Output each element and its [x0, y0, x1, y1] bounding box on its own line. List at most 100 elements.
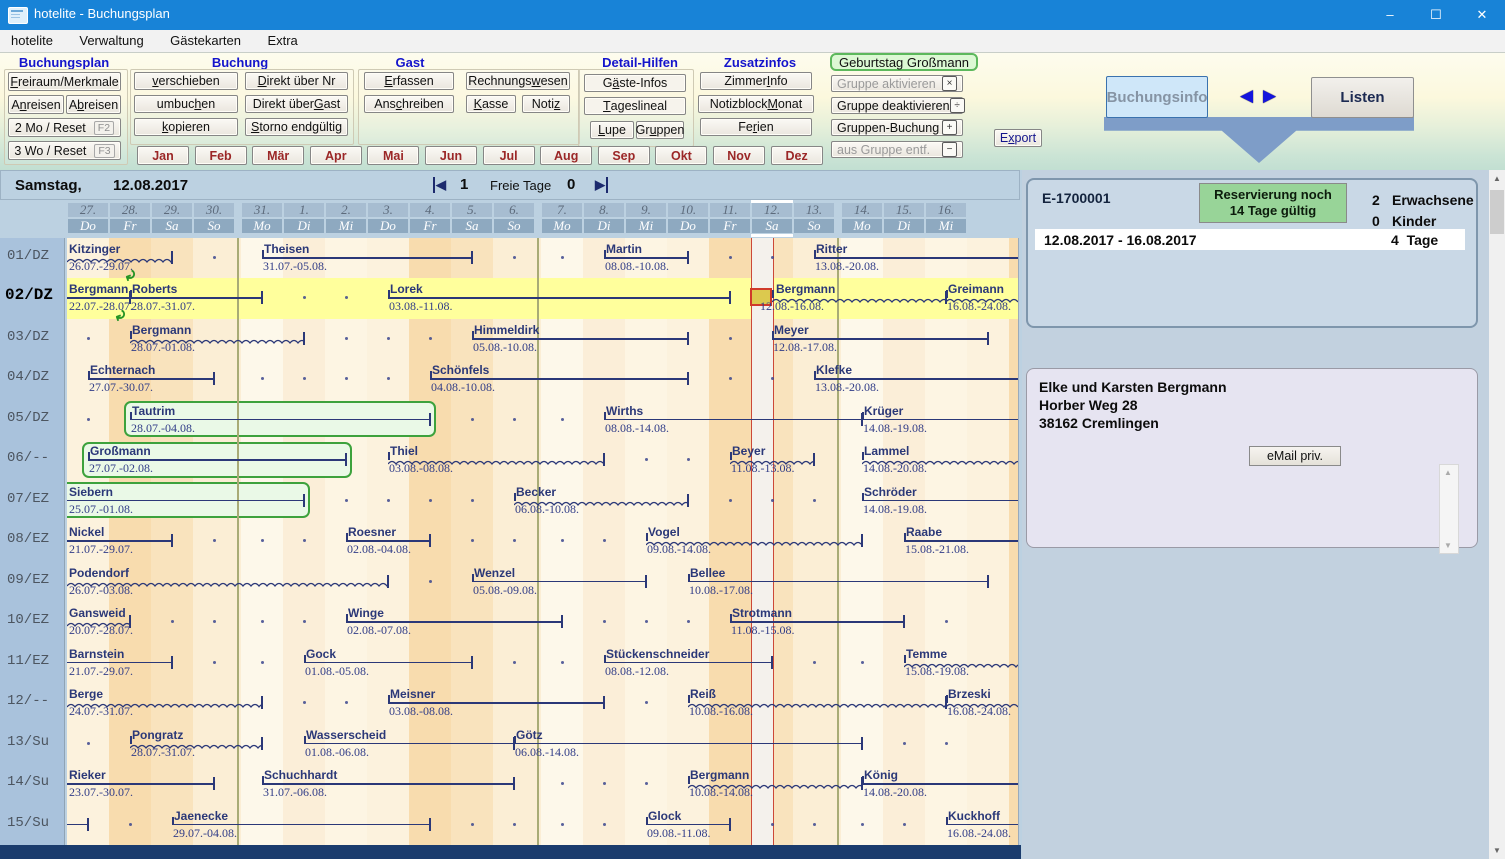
room-label[interactable]: 10/EZ: [7, 612, 49, 628]
month-button-aug[interactable]: Aug: [540, 146, 592, 165]
ferien-button[interactable]: Ferien: [700, 118, 812, 136]
notizblock-monat-button[interactable]: Notizblock Monat: [698, 95, 814, 113]
booking-guest-name[interactable]: Bergmann: [690, 768, 749, 782]
day-weekday-cell[interactable]: Fr: [110, 219, 150, 233]
day-weekday-cell[interactable]: Do: [668, 219, 708, 233]
day-weekday-cell[interactable]: Fr: [410, 219, 450, 233]
booking-guest-name[interactable]: Lammel: [864, 444, 909, 458]
umbuchen-button[interactable]: umbuchen: [134, 95, 238, 113]
verschieben-button[interactable]: verschieben: [134, 72, 238, 90]
day-number-cell[interactable]: 27.: [68, 203, 108, 217]
day-number-cell[interactable]: 13.: [794, 203, 834, 217]
booking-guest-name[interactable]: Lorek: [390, 282, 423, 296]
booking-guest-name[interactable]: Roberts: [132, 282, 177, 296]
booking-guest-name[interactable]: Ritter: [816, 242, 847, 256]
anreisen-button[interactable]: Anreisen: [8, 95, 64, 114]
day-weekday-cell[interactable]: Mo: [542, 219, 582, 233]
last-day-icon[interactable]: ▶: [595, 177, 608, 193]
room-label[interactable]: 03/DZ: [7, 329, 49, 345]
month-button-jun[interactable]: Jun: [425, 146, 477, 165]
booking-guest-name[interactable]: Schröder: [864, 485, 917, 499]
day-weekday-cell[interactable]: Do: [368, 219, 408, 233]
scrollbar-up-icon[interactable]: ▲: [1489, 170, 1505, 187]
booking-guest-name[interactable]: Podendorf: [69, 566, 129, 580]
maximize-button[interactable]: ☐: [1413, 0, 1459, 30]
booking-guest-name[interactable]: Kuckhoff: [948, 809, 1000, 823]
booking-guest-name[interactable]: Schönfels: [432, 363, 489, 377]
booking-guest-name[interactable]: Schuchhardt: [264, 768, 337, 782]
kopieren-button[interactable]: kopieren: [134, 118, 238, 136]
address-scrollbar[interactable]: ▲ ▼: [1439, 464, 1459, 554]
direkt-ueber-nr-button[interactable]: Direkt über Nr: [245, 72, 348, 90]
anschreiben-button[interactable]: Anschreiben: [364, 95, 454, 113]
day-weekday-cell[interactable]: So: [494, 219, 534, 233]
direkt-ueber-gast-button[interactable]: Direkt über Gast: [245, 95, 348, 113]
menu-verwaltung[interactable]: Verwaltung: [68, 30, 154, 48]
booking-guest-name[interactable]: Kitzinger: [69, 242, 120, 256]
zimmer-info-button[interactable]: Zimmer Info: [700, 72, 812, 90]
day-number-cell[interactable]: 29.: [152, 203, 192, 217]
room-label[interactable]: 02/DZ: [5, 286, 53, 304]
booking-guest-name[interactable]: Jaenecke: [174, 809, 228, 823]
day-number-cell[interactable]: 11.: [710, 203, 750, 217]
day-number-cell[interactable]: 9.: [626, 203, 666, 217]
main-vertical-scrollbar[interactable]: ▲ ▼: [1489, 170, 1505, 859]
day-weekday-cell[interactable]: Di: [584, 219, 624, 233]
day-weekday-cell[interactable]: Mi: [326, 219, 366, 233]
booking-guest-name[interactable]: Temme: [906, 647, 947, 661]
menu-gaestekarten[interactable]: Gästekarten: [159, 30, 252, 48]
booking-guest-name[interactable]: Himmeldirk: [474, 323, 539, 337]
scroll-down-icon[interactable]: ▼: [1440, 541, 1456, 550]
day-weekday-cell[interactable]: Mi: [926, 219, 966, 233]
gruppe-aktivieren-button[interactable]: Gruppe aktivieren ×: [831, 75, 963, 92]
day-number-cell[interactable]: 7.: [542, 203, 582, 217]
aus-gruppe-entf-button[interactable]: aus Gruppe entf. −: [831, 141, 963, 158]
booking-guest-name[interactable]: Gansweid: [69, 606, 126, 620]
first-day-icon[interactable]: ◀: [433, 177, 446, 193]
room-label[interactable]: 06/--: [7, 450, 49, 466]
booking-guest-name[interactable]: Wenzel: [474, 566, 515, 580]
booking-guest-name[interactable]: Theisen: [264, 242, 309, 256]
day-weekday-cell[interactable]: Di: [284, 219, 324, 233]
scrollbar-thumb[interactable]: [1490, 190, 1504, 234]
booking-guest-name[interactable]: Bergmann: [776, 282, 835, 296]
day-number-cell[interactable]: 8.: [584, 203, 624, 217]
day-number-cell[interactable]: 14.: [842, 203, 882, 217]
reset-2mo-button[interactable]: 2 Mo / Reset F2: [8, 118, 121, 137]
month-button-dez[interactable]: Dez: [771, 146, 823, 165]
gruppe-deaktivieren-button[interactable]: Gruppe deaktivieren ÷: [831, 97, 963, 114]
room-label[interactable]: 07/EZ: [7, 491, 49, 507]
booking-guest-name[interactable]: Reiß: [690, 687, 716, 701]
room-label[interactable]: 15/Su: [7, 815, 49, 831]
day-number-cell[interactable]: 5.: [452, 203, 492, 217]
day-weekday-cell[interactable]: Sa: [152, 219, 192, 233]
gaeste-infos-button[interactable]: Gäste-Infos: [584, 74, 686, 92]
booking-guest-name[interactable]: Klefke: [816, 363, 852, 377]
month-button-mai[interactable]: Mai: [367, 146, 419, 165]
booking-guest-name[interactable]: Berge: [69, 687, 103, 701]
day-number-cell[interactable]: 2.: [326, 203, 366, 217]
booking-guest-name[interactable]: Bellee: [690, 566, 725, 580]
booking-guest-name[interactable]: Wirths: [606, 404, 643, 418]
booking-guest-name[interactable]: Winge: [348, 606, 384, 620]
bottom-scrollbar[interactable]: [0, 845, 1021, 859]
day-weekday-cell[interactable]: So: [794, 219, 834, 233]
booking-bar[interactable]: [67, 824, 88, 826]
room-label[interactable]: 11/EZ: [7, 653, 49, 669]
booking-guest-name[interactable]: Gock: [306, 647, 336, 661]
booking-guest-name[interactable]: Siebern: [69, 485, 113, 499]
freiraum-merkmale-button[interactable]: Freiraum/Merkmale: [8, 72, 121, 91]
room-label[interactable]: 13/Su: [7, 734, 49, 750]
booking-guest-name[interactable]: Meisner: [390, 687, 435, 701]
minimize-button[interactable]: –: [1367, 0, 1413, 30]
booking-guest-name[interactable]: Becker: [516, 485, 556, 499]
room-label[interactable]: 01/DZ: [7, 248, 49, 264]
booking-guest-name[interactable]: Götz: [516, 728, 543, 742]
day-weekday-cell[interactable]: Fr: [710, 219, 750, 233]
month-button-jan[interactable]: Jan: [137, 146, 189, 165]
booking-guest-name[interactable]: König: [864, 768, 898, 782]
month-button-sep[interactable]: Sep: [598, 146, 650, 165]
scrollbar-down-icon[interactable]: ▼: [1489, 842, 1505, 859]
booking-guest-name[interactable]: Martin: [606, 242, 642, 256]
month-button-okt[interactable]: Okt: [655, 146, 707, 165]
